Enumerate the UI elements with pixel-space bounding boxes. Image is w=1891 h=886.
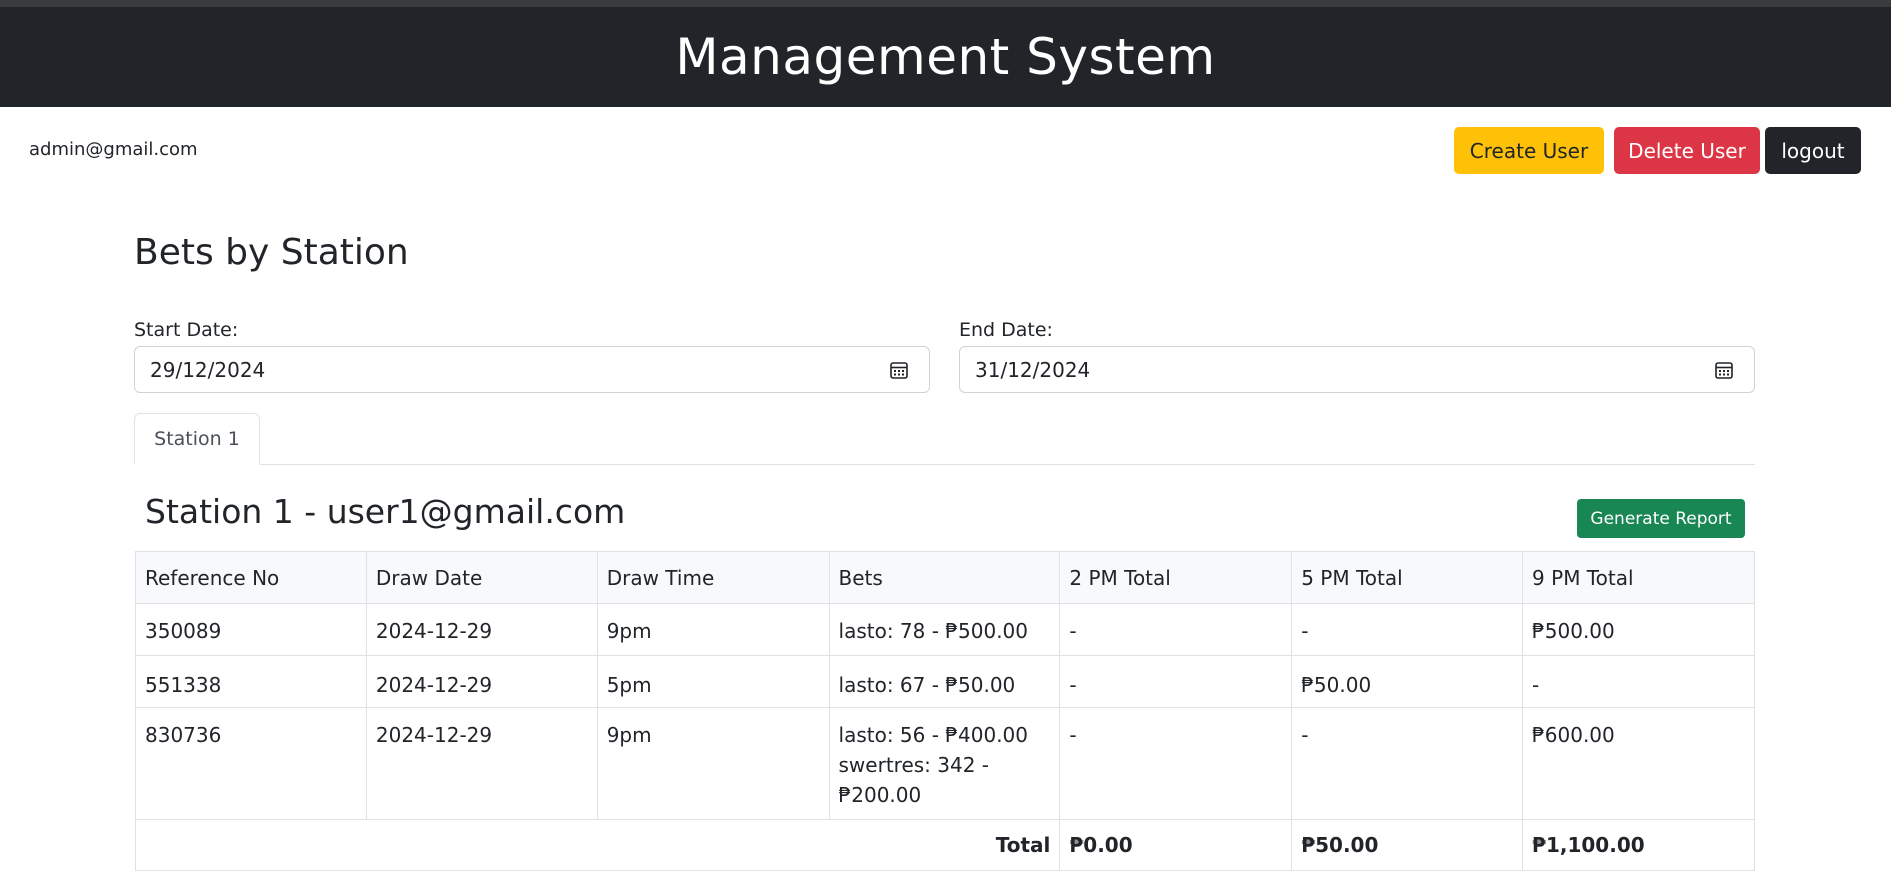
cell-5pm-total: - [1291, 707, 1524, 820]
bets-table: Reference No Draw Date Draw Time Bets 2 … [134, 551, 1755, 871]
cell-reference-no: 350089 [135, 603, 367, 656]
cell-draw-date: 2024-12-29 [365, 655, 598, 708]
app-header: Management System [0, 7, 1891, 107]
column-header-draw-time: Draw Time [596, 551, 830, 604]
cell-bets: lasto: 67 - ₱50.00 [828, 655, 1061, 708]
logout-button[interactable]: logout [1765, 127, 1861, 174]
current-user-email: admin@gmail.com [29, 139, 198, 160]
cell-5pm-total: - [1291, 603, 1524, 656]
table-row: 350089 2024-12-29 9pm lasto: 78 - ₱500.0… [135, 603, 1755, 656]
total-label: Total [134, 819, 1061, 871]
cell-draw-date: 2024-12-29 [365, 707, 598, 820]
bet-line: swertres: 342 - [838, 753, 990, 777]
bet-line: lasto: 56 - ₱400.00 [838, 723, 1029, 747]
tabs-divider [134, 464, 1755, 465]
column-header-2pm-total: 2 PM Total [1059, 551, 1293, 604]
total-2pm: ₱0.00 [1059, 819, 1293, 871]
cell-2pm-total: - [1059, 707, 1293, 820]
page-title: Bets by Station [134, 232, 409, 273]
end-date-input[interactable]: 31/12/2024 [959, 346, 1755, 393]
cell-bets: lasto: 78 - ₱500.00 [828, 603, 1061, 656]
calendar-icon[interactable] [1714, 360, 1734, 380]
table-row: 551338 2024-12-29 5pm lasto: 67 - ₱50.00… [135, 655, 1755, 708]
table-row: 830736 2024-12-29 9pm lasto: 56 - ₱400.0… [135, 707, 1755, 820]
window-top-strip [0, 0, 1891, 7]
cell-9pm-total: - [1522, 655, 1755, 708]
column-header-9pm-total: 9 PM Total [1522, 551, 1755, 604]
column-header-reference-no: Reference No [135, 551, 367, 604]
total-9pm: ₱1,100.00 [1522, 819, 1755, 871]
column-header-5pm-total: 5 PM Total [1291, 551, 1524, 604]
cell-9pm-total: ₱600.00 [1522, 707, 1755, 820]
end-date-value: 31/12/2024 [975, 357, 1091, 382]
total-5pm: ₱50.00 [1291, 819, 1524, 871]
cell-bets: lasto: 56 - ₱400.00 swertres: 342 - ₱200… [828, 707, 1061, 820]
cell-draw-time: 9pm [596, 707, 830, 820]
table-header-row: Reference No Draw Date Draw Time Bets 2 … [135, 551, 1755, 604]
column-header-bets: Bets [828, 551, 1061, 604]
cell-reference-no: 551338 [135, 655, 367, 708]
cell-draw-date: 2024-12-29 [365, 603, 598, 656]
delete-user-button[interactable]: Delete User [1614, 127, 1760, 174]
cell-2pm-total: - [1059, 603, 1293, 656]
cell-5pm-total: ₱50.00 [1291, 655, 1524, 708]
cell-9pm-total: ₱500.00 [1522, 603, 1755, 656]
end-date-label: End Date: [959, 319, 1053, 341]
cell-draw-time: 9pm [596, 603, 830, 656]
table-total-row: Total ₱0.00 ₱50.00 ₱1,100.00 [134, 819, 1755, 871]
create-user-button[interactable]: Create User [1454, 127, 1604, 174]
tab-station-1[interactable]: Station 1 [134, 413, 260, 465]
bet-line: ₱200.00 [838, 783, 922, 807]
column-header-draw-date: Draw Date [365, 551, 598, 604]
generate-report-button[interactable]: Generate Report [1577, 499, 1745, 538]
cell-reference-no: 830736 [135, 707, 367, 820]
start-date-label: Start Date: [134, 319, 239, 341]
app-title: Management System [675, 28, 1216, 86]
start-date-value: 29/12/2024 [150, 357, 266, 382]
station-heading: Station 1 - user1@gmail.com [145, 492, 626, 531]
start-date-input[interactable]: 29/12/2024 [134, 346, 930, 393]
calendar-icon[interactable] [889, 360, 909, 380]
cell-draw-time: 5pm [596, 655, 830, 708]
cell-2pm-total: - [1059, 655, 1293, 708]
